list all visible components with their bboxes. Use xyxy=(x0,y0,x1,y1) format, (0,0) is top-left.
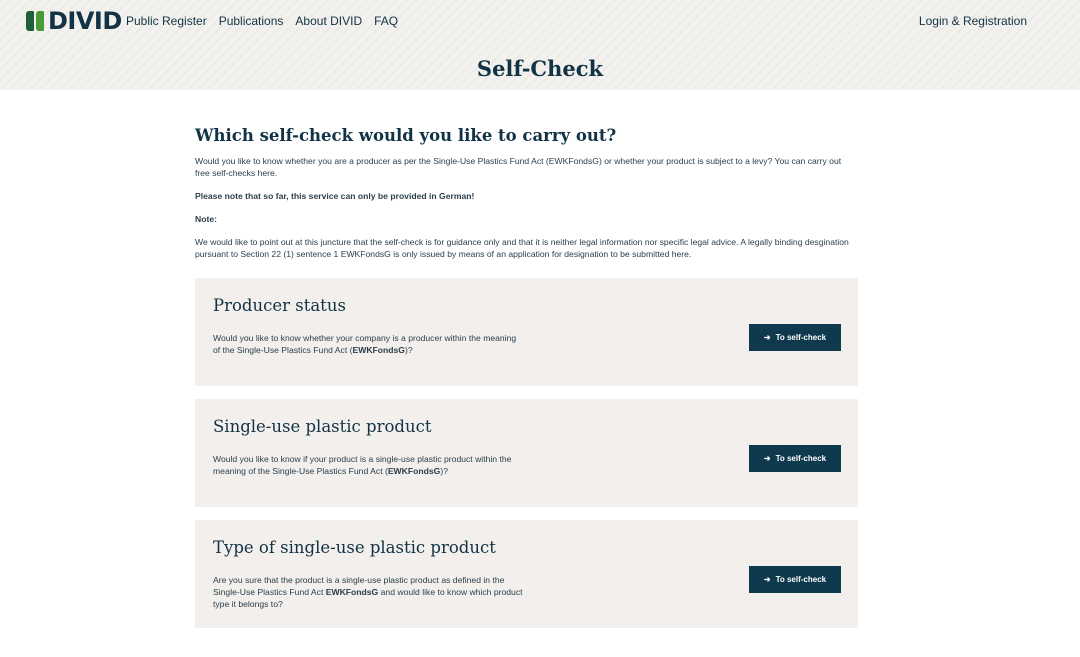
nav-about-divid[interactable]: About DIVID xyxy=(295,14,362,28)
main-nav: Public Register Publications About DIVID… xyxy=(126,14,398,28)
section-heading: Which self-check would you like to carry… xyxy=(195,126,617,145)
button-label: To self-check xyxy=(775,333,827,342)
self-check-intro: Which self-check would you like to carry… xyxy=(195,126,858,260)
to-self-check-button[interactable]: ➜ To self-check xyxy=(749,445,841,472)
card-title: Single-use plastic product xyxy=(213,417,432,436)
note-label: Note: xyxy=(195,214,217,224)
intro-text: Would you like to know whether you are a… xyxy=(195,156,842,178)
divid-logo[interactable]: DIVID xyxy=(26,7,122,35)
card-description: Are you sure that the product is a singl… xyxy=(213,575,523,609)
nav-public-register[interactable]: Public Register xyxy=(126,14,207,28)
login-registration-link[interactable]: Login & Registration xyxy=(919,14,1027,28)
header-banner: DIVID Public Register Publications About… xyxy=(0,0,1080,90)
button-label: To self-check xyxy=(775,575,827,584)
page-title: Self-Check xyxy=(476,56,604,81)
card-title: Producer status xyxy=(213,296,346,315)
nav-faq[interactable]: FAQ xyxy=(374,14,398,28)
card-producer-status: Producer status Would you like to know w… xyxy=(195,278,858,386)
logo-text: DIVID xyxy=(48,7,122,35)
arrow-right-icon: ➜ xyxy=(763,333,771,342)
to-self-check-button[interactable]: ➜ To self-check xyxy=(749,566,841,593)
note-text: We would like to point out at this junct… xyxy=(195,237,849,259)
card-description: Would you like to know if your product i… xyxy=(213,454,512,476)
card-title: Type of single-use plastic product xyxy=(213,538,496,557)
card-description: Would you like to know whether your comp… xyxy=(213,333,517,355)
button-label: To self-check xyxy=(775,454,827,463)
card-type-of-single-use-plastic-product: Type of single-use plastic product Are y… xyxy=(195,520,858,628)
logo-mark-icon xyxy=(26,11,44,31)
arrow-right-icon: ➜ xyxy=(763,575,771,584)
german-only-notice: Please note that so far, this service ca… xyxy=(195,191,475,201)
nav-publications[interactable]: Publications xyxy=(219,14,284,28)
to-self-check-button[interactable]: ➜ To self-check xyxy=(749,324,841,351)
arrow-right-icon: ➜ xyxy=(763,454,771,463)
card-single-use-plastic-product: Single-use plastic product Would you lik… xyxy=(195,399,858,507)
